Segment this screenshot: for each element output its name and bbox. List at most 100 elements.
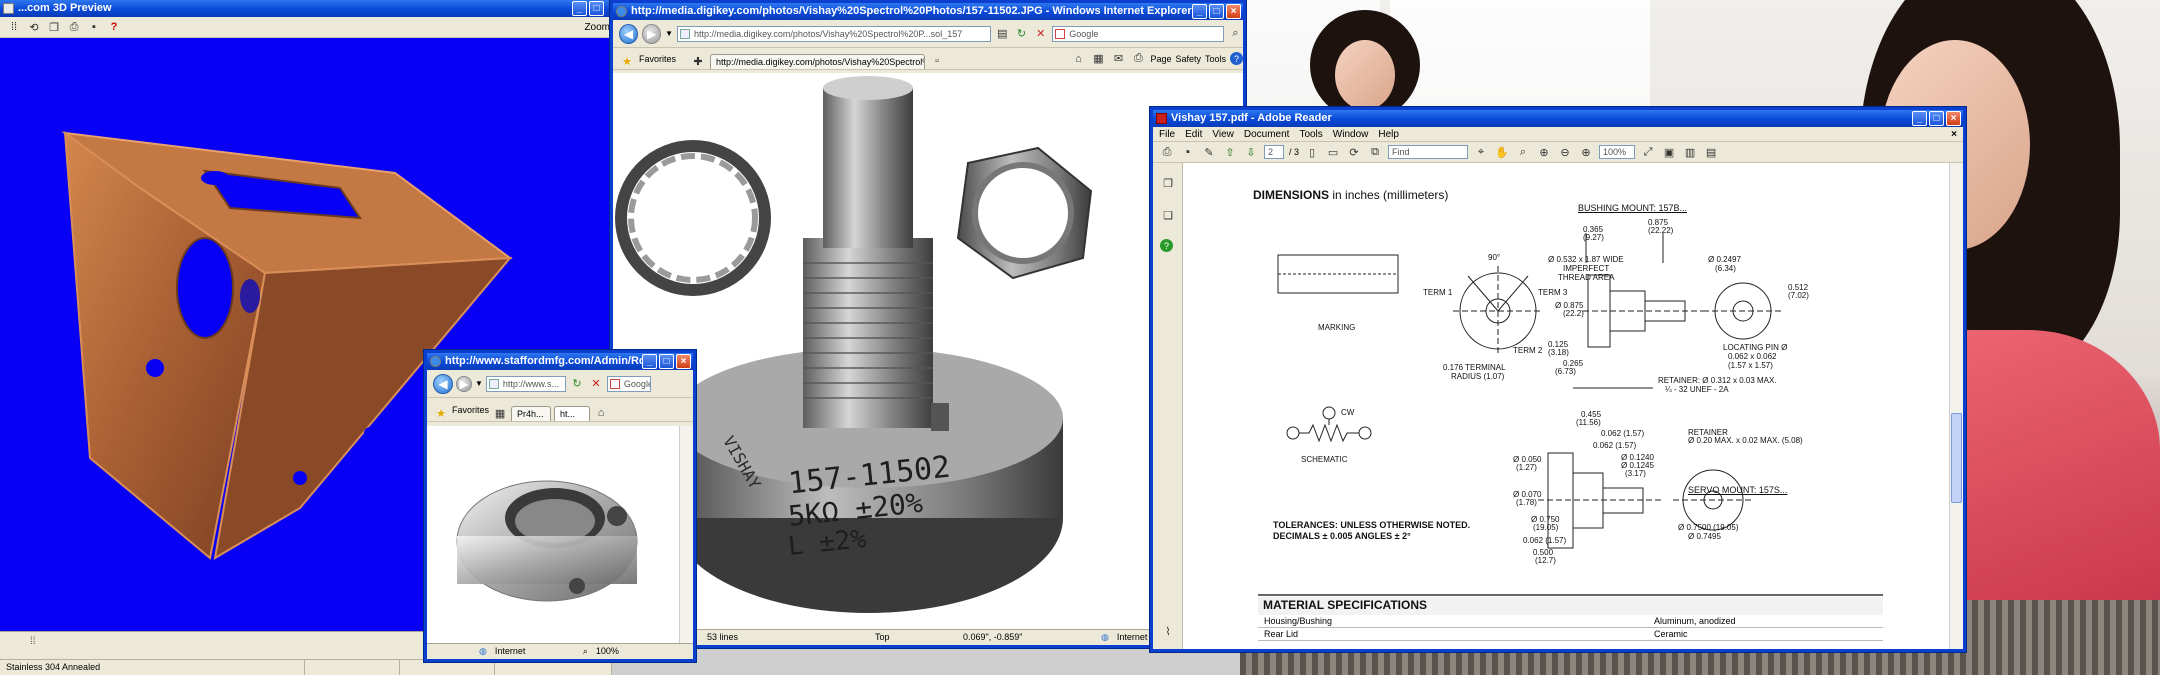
- search-input[interactable]: Google: [1052, 25, 1224, 42]
- copy-icon[interactable]: ❐: [46, 19, 62, 35]
- stop-icon[interactable]: ✕: [588, 376, 604, 392]
- mail-icon[interactable]: ✉: [1110, 51, 1126, 67]
- back-icon[interactable]: ◀: [433, 373, 453, 394]
- tab-active[interactable]: http://media.digikey.com/photos/Vishay%2…: [710, 54, 926, 69]
- minimize-button[interactable]: _: [642, 354, 657, 369]
- search-input[interactable]: Google: [606, 375, 651, 392]
- forward-icon[interactable]: ▶: [642, 23, 662, 44]
- fit-page-icon[interactable]: ▣: [1661, 144, 1677, 160]
- chevron-down-icon[interactable]: ▼: [665, 29, 673, 38]
- pages-panel-icon[interactable]: ❐: [1160, 175, 1176, 191]
- locating-pin-dim: 0.062 x 0.062: [1728, 352, 1777, 361]
- tab-1[interactable]: Pr4h...: [511, 406, 552, 421]
- menu-view[interactable]: View: [1212, 127, 1234, 141]
- add-favorite-icon[interactable]: ✚: [690, 53, 706, 69]
- select-icon[interactable]: ⌖: [1473, 144, 1489, 160]
- maximize-button[interactable]: □: [589, 1, 604, 16]
- menu-file[interactable]: File: [1159, 127, 1175, 141]
- zoom-in-icon[interactable]: ⊕: [1578, 144, 1594, 160]
- help-icon[interactable]: ?: [1160, 239, 1173, 252]
- navigation-pane: ❐ ❏ ? ⌇: [1153, 163, 1183, 649]
- pdf-page: DIMENSIONS in inches (millimeters) BUSHI…: [1183, 163, 1949, 649]
- menu-tools[interactable]: Tools: [1299, 127, 1322, 141]
- minimize-button[interactable]: _: [1192, 4, 1207, 19]
- favorites-label[interactable]: Favorites: [639, 54, 676, 64]
- help-icon[interactable]: ?: [1230, 52, 1243, 65]
- favorites-label[interactable]: Favorites: [452, 405, 489, 415]
- chevron-down-icon[interactable]: ▼: [475, 379, 483, 388]
- home-icon[interactable]: ⌂: [1070, 51, 1086, 67]
- favorites-star-icon[interactable]: ★: [433, 405, 449, 421]
- tools-menu[interactable]: Tools: [1205, 54, 1226, 64]
- quick-tabs-icon[interactable]: ▦: [492, 405, 508, 421]
- stop-icon[interactable]: ✕: [1033, 26, 1048, 42]
- menu-help[interactable]: Help: [1378, 127, 1399, 141]
- fit-icon[interactable]: ⧉: [1367, 144, 1383, 160]
- minimize-button[interactable]: _: [1912, 111, 1927, 126]
- menu-window[interactable]: Window: [1333, 127, 1369, 141]
- close-button[interactable]: ×: [1946, 111, 1961, 126]
- two-page-icon[interactable]: ▭: [1325, 144, 1341, 160]
- comment-icon[interactable]: ▤: [1703, 144, 1719, 160]
- grid-icon[interactable]: ⁞⁞: [6, 19, 22, 35]
- next-page-icon[interactable]: ⇩: [1243, 144, 1259, 160]
- print-icon[interactable]: ⎙: [1130, 51, 1146, 67]
- term3-label: TERM 3: [1538, 288, 1568, 297]
- ie-icon: [430, 356, 441, 367]
- help-icon[interactable]: ?: [106, 19, 122, 35]
- google-icon: [609, 378, 620, 389]
- address-bar[interactable]: http://media.digikey.com/photos/Vishay%2…: [677, 25, 991, 42]
- compat-icon[interactable]: ▤: [995, 26, 1010, 42]
- fit-width-icon[interactable]: ⤢: [1640, 144, 1656, 160]
- minimize-button[interactable]: _: [572, 1, 587, 16]
- dynamic-zoom-icon[interactable]: ⊕: [1536, 144, 1552, 160]
- close-button[interactable]: ×: [1226, 4, 1241, 19]
- attachment-clip-icon[interactable]: ⌇: [1160, 623, 1176, 639]
- menu-document[interactable]: Document: [1244, 127, 1290, 141]
- dim-500-mm: (12.7): [1535, 556, 1556, 565]
- rotate-icon[interactable]: ⟲: [26, 19, 42, 35]
- zoom-level[interactable]: 100%: [596, 644, 619, 659]
- menu-edit[interactable]: Edit: [1185, 127, 1202, 141]
- page-icon: [680, 28, 691, 39]
- safety-menu[interactable]: Safety: [1175, 54, 1201, 64]
- marquee-zoom-icon[interactable]: ⌕: [1515, 144, 1531, 160]
- vertical-scrollbar[interactable]: [1949, 163, 1963, 649]
- feeds-icon[interactable]: ▦: [1090, 51, 1106, 67]
- zoom-out-icon[interactable]: ⊖: [1557, 144, 1573, 160]
- tab-active[interactable]: ht...: [554, 406, 591, 421]
- home-icon[interactable]: ⌂: [593, 405, 609, 421]
- prev-page-icon[interactable]: ⇧: [1222, 144, 1238, 160]
- find-input[interactable]: Find: [1388, 145, 1469, 159]
- scrollbar-thumb[interactable]: [1951, 413, 1962, 503]
- rotate-icon[interactable]: ⟳: [1346, 144, 1362, 160]
- page-number-input[interactable]: 2: [1264, 145, 1284, 159]
- vertical-scrollbar[interactable]: [679, 426, 693, 643]
- sign-icon[interactable]: ✎: [1201, 144, 1217, 160]
- maximize-button[interactable]: □: [1929, 111, 1944, 126]
- search-icon[interactable]: ⌕: [1228, 26, 1243, 42]
- favorites-star-icon[interactable]: ★: [619, 53, 635, 69]
- refresh-icon[interactable]: ↻: [1014, 26, 1029, 42]
- zoom-icon[interactable]: ⌕: [583, 644, 588, 659]
- address-bar[interactable]: http://www.s...: [485, 375, 566, 392]
- print-icon[interactable]: ⎙: [66, 19, 82, 35]
- new-tab-icon[interactable]: ▫: [929, 53, 945, 69]
- save-icon[interactable]: ▪: [86, 19, 102, 35]
- save-icon[interactable]: ▪: [1180, 144, 1196, 160]
- zoom-input[interactable]: 100%: [1599, 145, 1636, 159]
- refresh-icon[interactable]: ↻: [569, 376, 585, 392]
- reading-mode-icon[interactable]: ▥: [1682, 144, 1698, 160]
- back-icon[interactable]: ◀: [619, 23, 639, 44]
- hand-icon[interactable]: ✋: [1494, 144, 1510, 160]
- single-page-icon[interactable]: ▯: [1304, 144, 1320, 160]
- close-doc-icon[interactable]: ×: [1951, 127, 1957, 141]
- dimensions-heading: DIMENSIONS: [1253, 188, 1330, 202]
- maximize-button[interactable]: □: [659, 354, 674, 369]
- page-menu[interactable]: Page: [1150, 54, 1171, 64]
- attachments-icon[interactable]: ❏: [1160, 207, 1176, 223]
- print-icon[interactable]: ⎙: [1159, 144, 1175, 160]
- maximize-button[interactable]: □: [1209, 4, 1224, 19]
- close-button[interactable]: ×: [676, 354, 691, 369]
- forward-icon[interactable]: ▶: [456, 375, 472, 392]
